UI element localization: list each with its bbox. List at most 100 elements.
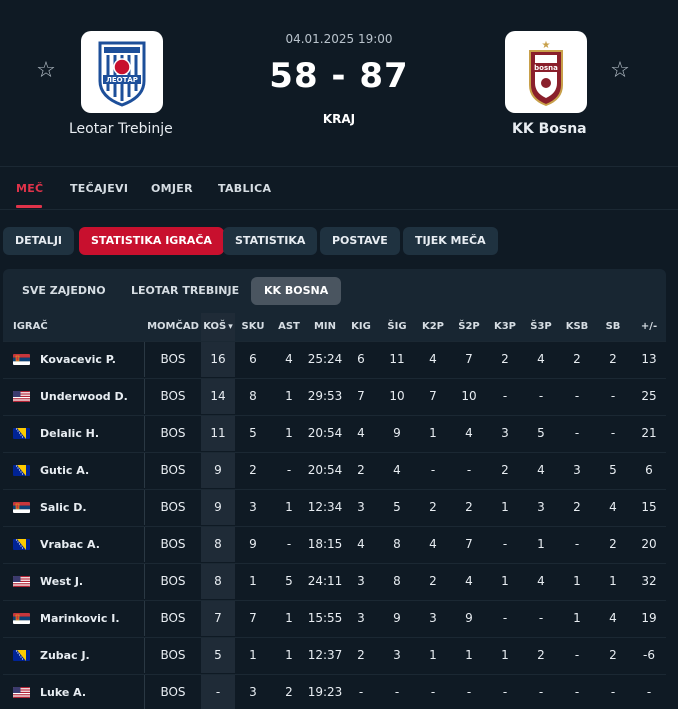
header-col-s2p[interactable]: Š2P (451, 313, 487, 341)
cell-sb: 5 (609, 463, 617, 477)
stats-table-body: Kovacevic P. BOS 16 6 4 25:24 6 11 4 7 2 4 2 2 13 Under… (3, 341, 666, 709)
cell-momcad: BOS (160, 648, 186, 662)
pill-postave[interactable]: POSTAVE (320, 227, 400, 255)
filter-all[interactable]: SVE ZAJEDNO (9, 277, 119, 305)
cell-plusminus: 21 (641, 426, 657, 440)
player-name[interactable]: Gutic A. (40, 453, 144, 488)
cell-k2p: - (430, 463, 436, 477)
player-row[interactable]: West J. BOS 8 1 5 24:11 3 8 2 4 1 4 1 1 32 (3, 563, 666, 600)
pill-tijek-meca[interactable]: TIJEK MEČA (403, 227, 498, 255)
flag-bih-icon (13, 650, 30, 661)
player-name[interactable]: West J. (40, 564, 144, 599)
cell-kos: 8 (214, 574, 222, 588)
cell-plusminus: 6 (645, 463, 653, 477)
header-col-k3p[interactable]: K3P (487, 313, 523, 341)
player-name[interactable]: Underwood D. (40, 379, 144, 414)
pill-statistika-igraca[interactable]: STATISTIKA IGRAČA (79, 227, 224, 255)
player-row[interactable]: Marinkovic I. BOS 7 7 1 15:55 3 9 3 9 - - 1 4 19 (3, 600, 666, 637)
away-team-logo[interactable]: ★ bosna (505, 31, 587, 113)
stats-table-header: IGRAČ MOMČAD KOŠ ▾ SKU AST MIN KIG ŠIG K2P Š2P K3P Š… (3, 313, 666, 341)
cell-ksb: - (574, 389, 580, 403)
cell-ast: - (286, 463, 292, 477)
cell-kig: 2 (357, 648, 365, 662)
cell-ast: 1 (285, 426, 293, 440)
cell-k2p: 2 (429, 500, 437, 514)
away-logo-text: bosna (534, 64, 558, 72)
header-col-igrac[interactable]: IGRAČ (3, 313, 144, 341)
cell-s2p: - (466, 463, 472, 477)
cell-ksb: 1 (573, 611, 581, 625)
cell-s3p: 3 (537, 500, 545, 514)
cell-s2p: 1 (465, 648, 473, 662)
cell-min: 24:11 (307, 574, 343, 588)
cell-sig: 11 (389, 352, 405, 366)
header-col-sb[interactable]: SB (595, 313, 631, 341)
cell-min: 12:34 (307, 500, 343, 514)
cell-sb: 4 (609, 611, 617, 625)
header-col-plusminus[interactable]: +/- (631, 313, 666, 341)
cell-min: 29:53 (307, 389, 343, 403)
pill-detalji[interactable]: DETALJI (3, 227, 75, 255)
header-col-sig[interactable]: ŠIG (379, 313, 415, 341)
sub-tabs: DETALJI STATISTIKA IGRAČA STATISTIKA POS… (0, 210, 678, 270)
header-col-kos[interactable]: KOŠ ▾ (201, 313, 235, 341)
player-name[interactable]: Vrabac A. (40, 527, 144, 562)
tab-tablica[interactable]: TABLICA (218, 182, 271, 195)
player-name[interactable]: Salic D. (40, 490, 144, 525)
cell-s3p: 4 (537, 574, 545, 588)
header-col-kig[interactable]: KIG (343, 313, 379, 341)
cell-ksb: 2 (573, 352, 581, 366)
cell-k3p: - (502, 537, 508, 551)
sort-desc-icon[interactable]: ▾ (228, 322, 233, 332)
cell-ksb: 2 (573, 500, 581, 514)
player-row[interactable]: Gutic A. BOS 9 2 - 20:54 2 4 - - 2 4 3 5 6 (3, 452, 666, 489)
cell-k3p: 3 (501, 426, 509, 440)
tab-mec[interactable]: MEČ (16, 182, 43, 195)
cell-sb: - (610, 389, 616, 403)
header-col-k2p[interactable]: K2P (415, 313, 451, 341)
filter-leotar[interactable]: LEOTAR TREBINJE (118, 277, 252, 305)
header-col-ast[interactable]: AST (271, 313, 307, 341)
cell-momcad: BOS (160, 426, 186, 440)
player-row[interactable]: Salic D. BOS 9 3 1 12:34 3 5 2 2 1 3 2 4 15 (3, 489, 666, 526)
player-row[interactable]: Vrabac A. BOS 8 9 - 18:15 4 8 4 7 - 1 - 2 20 (3, 526, 666, 563)
cell-sig: 3 (393, 648, 401, 662)
cell-momcad: BOS (160, 500, 186, 514)
player-name[interactable]: Kovacevic P. (40, 342, 144, 377)
header-col-min[interactable]: MIN (307, 313, 343, 341)
team-filter: SVE ZAJEDNO LEOTAR TREBINJE KK BOSNA (3, 269, 666, 313)
cell-kig: 4 (357, 537, 365, 551)
header-col-sku[interactable]: SKU (235, 313, 271, 341)
player-name[interactable]: Delalic H. (40, 416, 144, 451)
player-row[interactable]: Zubac J. BOS 5 1 1 12:37 2 3 1 1 1 2 - 2 -6 (3, 637, 666, 674)
cell-sb: 4 (609, 500, 617, 514)
player-row[interactable]: Underwood D. BOS 14 8 1 29:53 7 10 7 10 - - - - 25 (3, 378, 666, 415)
player-name[interactable]: Zubac J. (40, 638, 144, 673)
cell-k2p: 7 (429, 389, 437, 403)
cell-s3p: 4 (537, 463, 545, 477)
favorite-away-star-icon[interactable]: ☆ (609, 60, 631, 82)
cell-s2p: 7 (465, 537, 473, 551)
cell-sb: 2 (609, 648, 617, 662)
header-col-momcad[interactable]: MOMČAD (145, 313, 201, 341)
away-team-name[interactable]: KK Bosna (512, 121, 587, 137)
cell-k3p: 2 (501, 352, 509, 366)
player-row[interactable]: Delalic H. BOS 11 5 1 20:54 4 9 1 4 3 5- -21 (3, 415, 666, 452)
cell-min: 20:54 (307, 426, 343, 440)
pill-statistika[interactable]: STATISTIKA (223, 227, 318, 255)
player-row[interactable]: Kovacevic P. BOS 16 6 4 25:24 6 11 4 7 2 4 2 2 13 (3, 341, 666, 378)
header-col-ksb[interactable]: KSB (559, 313, 595, 341)
cell-k3p: 1 (501, 648, 509, 662)
cell-kig: 6 (357, 352, 365, 366)
filter-bosna[interactable]: KK BOSNA (251, 277, 342, 305)
cell-sku: 1 (249, 648, 257, 662)
header-col-s3p[interactable]: Š3P (523, 313, 559, 341)
tab-tecajevi[interactable]: TEČAJEVI (70, 182, 128, 195)
cell-s3p: 2 (537, 648, 545, 662)
tab-omjer[interactable]: OMJER (151, 182, 193, 195)
cell-kos: 7 (214, 611, 222, 625)
player-name[interactable]: Marinkovic I. (40, 601, 144, 636)
cell-k3p: 1 (501, 500, 509, 514)
cell-sku: 2 (249, 463, 257, 477)
cell-momcad: BOS (160, 537, 186, 551)
